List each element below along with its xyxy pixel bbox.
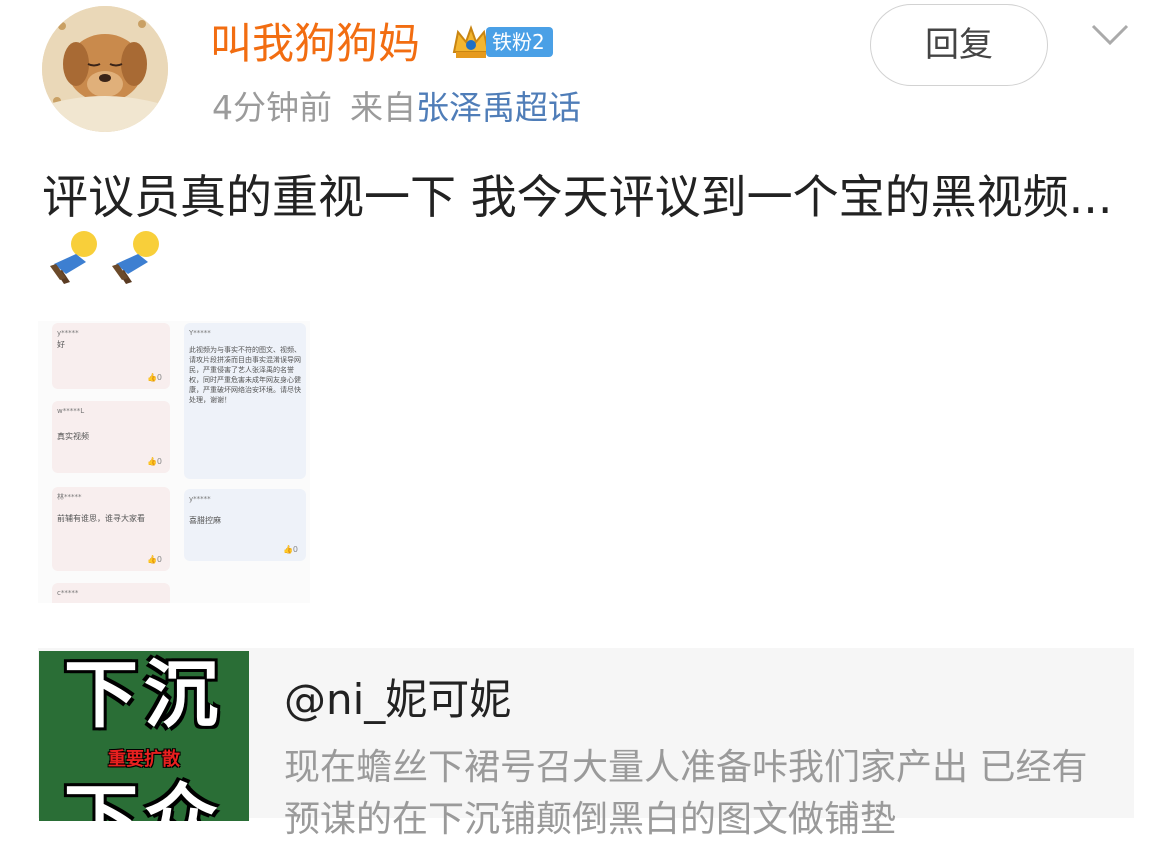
post-image-thumbnail[interactable]: y***** 好 👍0 Y***** 此视频为与事实不符的图文、视频、请攻片段拼… <box>38 321 310 603</box>
chevron-down-icon[interactable] <box>1090 22 1130 48</box>
username[interactable]: 叫我狗狗妈 <box>210 16 420 72</box>
user-avatar[interactable] <box>42 6 168 132</box>
sleeping-emoji-icon <box>112 231 159 284</box>
shared-post-card[interactable]: 下沉 重要扩散 下众 @ni_妮可妮 现在蟾丝下裙号召大量人准备咔我们家产出 已… <box>38 648 1134 840</box>
comment-card: 林***** 前辅有谁思，谁寻大家看 👍0 <box>52 487 170 571</box>
fan-badge: 铁粉2 <box>450 22 553 62</box>
source-link[interactable]: 张泽禹超话 <box>416 88 581 127</box>
from-label: 来自 <box>350 88 416 127</box>
post-meta: 4分钟前 来自张泽禹超话 <box>212 86 581 130</box>
shared-post-description: 现在蟾丝下裙号召大量人准备咔我们家产出 已经有预谋的在下沉铺颠倒黑白的图文做铺垫 <box>284 747 1088 840</box>
sleeping-emoji-icon <box>50 231 97 284</box>
post-text: 评议员真的重视一下 我今天评议到一个宝的黑视频... <box>42 166 1132 293</box>
reply-button[interactable]: 回复 <box>870 4 1048 86</box>
fan-badge-label: 铁粉2 <box>486 27 553 57</box>
shared-post-image: 下沉 重要扩散 下众 <box>39 651 249 821</box>
post-body: 评议员真的重视一下 我今天评议到一个宝的黑视频... <box>42 170 1113 224</box>
comment-card: c***** <box>52 583 170 603</box>
comment-card: y***** 喜腊控麻 👍0 <box>184 489 306 561</box>
comment-card: Y***** 此视频为与事实不符的图文、视频、请攻片段拼凑而目由事实混淆误导网民… <box>184 323 306 479</box>
shared-post-title: @ni_妮可妮 <box>284 675 512 724</box>
comment-card: w*****L 真实视频 👍0 <box>52 401 170 473</box>
post-time: 4分钟前 <box>212 88 332 127</box>
comment-card: y***** 好 👍0 <box>52 323 170 389</box>
